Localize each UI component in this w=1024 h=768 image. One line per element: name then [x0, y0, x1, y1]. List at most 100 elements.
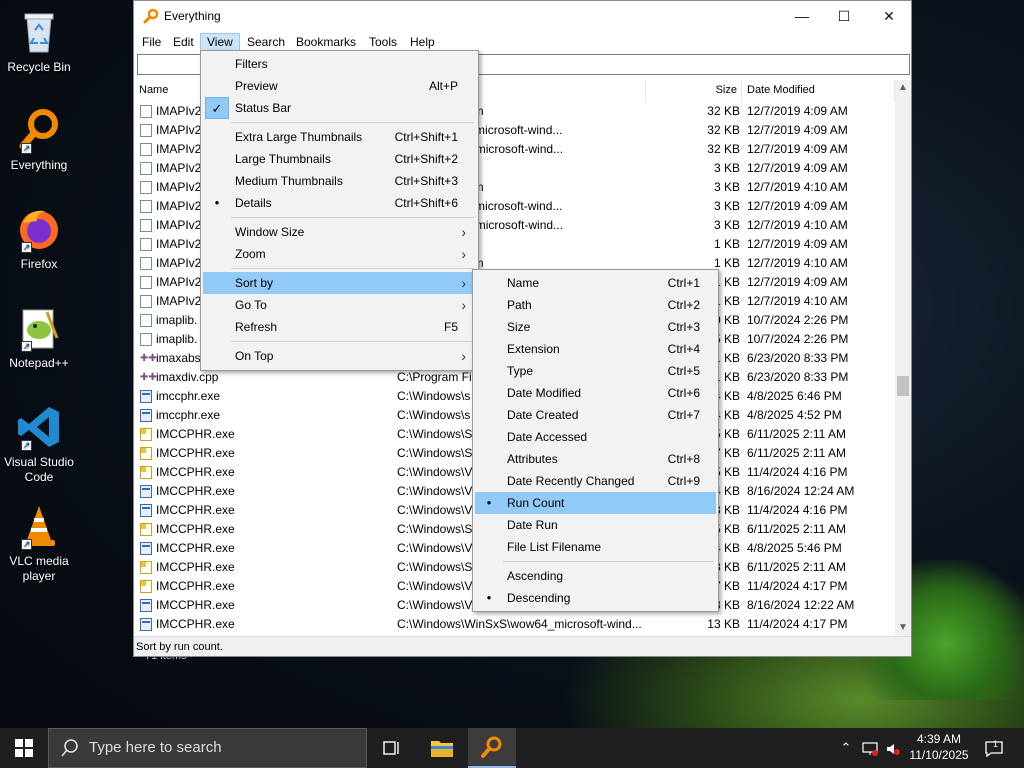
- file-icon: [140, 219, 152, 232]
- file-date-cell: 6/23/2020 8:33 PM: [747, 351, 849, 365]
- view_menu-item-go-to[interactable]: Go To ›: [203, 294, 476, 316]
- desktop-icon-vlc[interactable]: ↗ VLC media player: [4, 502, 74, 584]
- file-name-cell: imaplib.: [156, 332, 198, 346]
- scrollbar-thumb[interactable]: [897, 376, 909, 396]
- file-name-cell: IMCCPHR.exe: [156, 617, 235, 631]
- desktop-icon-firefox[interactable]: ↗ Firefox: [4, 205, 74, 272]
- everything-taskbar-button[interactable]: [468, 728, 516, 768]
- file-name-cell: IMCCPHR.exe: [156, 579, 235, 593]
- file-icon: [140, 181, 152, 194]
- sort_menu-item-date-accessed[interactable]: Date Accessed: [475, 426, 716, 448]
- sort-by-submenu: Name Ctrl+1 Path Ctrl+2 Size Ctrl+3 Extension C…: [472, 269, 719, 612]
- menu-item-label: Size: [507, 320, 531, 334]
- sort_menu-item-type[interactable]: Type Ctrl+5: [475, 360, 716, 382]
- table-row[interactable]: IMCCPHR.exe C:\Windows\WinSxS\wow64_micro…: [134, 615, 894, 634]
- sort_menu-item-date-recently-changed[interactable]: Date Recently Changed Ctrl+9: [475, 470, 716, 492]
- everything-app-icon: [143, 8, 159, 27]
- submenu-arrow-icon: ›: [461, 224, 466, 240]
- recycle-bin-icon: [15, 8, 63, 56]
- menu-bookmarks[interactable]: Bookmarks: [290, 33, 362, 51]
- show-hidden-icons-button[interactable]: ⌃: [836, 728, 856, 768]
- sort_menu-item-ascending[interactable]: Ascending: [475, 565, 716, 587]
- view_menu-item-on-top[interactable]: On Top ›: [203, 345, 476, 367]
- file-size-cell: 1 KB: [713, 237, 740, 251]
- exe-file-icon: [140, 485, 152, 498]
- desktop-icon-everything[interactable]: ↗ Everything: [4, 106, 74, 173]
- window-title: Everything: [164, 9, 221, 23]
- view_menu-item-sort-by[interactable]: Sort by ›: [203, 272, 476, 294]
- sort_menu-item-date-run[interactable]: Date Run: [475, 514, 716, 536]
- view_menu-item-filters[interactable]: Filters: [203, 53, 476, 75]
- menu-item-label: Date Modified: [507, 386, 582, 400]
- sort_menu-item-date-created[interactable]: Date Created Ctrl+7: [475, 404, 716, 426]
- desktop-icon-notepadpp[interactable]: ↗ Notepad++: [4, 304, 74, 371]
- view_menu-item-status-bar[interactable]: ✓ Status Bar: [203, 97, 476, 119]
- menu-view[interactable]: View: [200, 33, 240, 51]
- sort_menu-item-extension[interactable]: Extension Ctrl+4: [475, 338, 716, 360]
- view_menu-item-details[interactable]: ● Details Ctrl+Shift+6: [203, 192, 476, 214]
- sort_menu-item-file-list-filename[interactable]: File List Filename: [475, 536, 716, 558]
- scroll-down-icon[interactable]: ▼: [895, 620, 911, 636]
- taskbar-clock[interactable]: 4:39 AM 11/10/2025: [904, 731, 974, 763]
- taskbar-search-box[interactable]: Type here to search: [48, 728, 367, 768]
- file-icon: [140, 276, 152, 289]
- file-name-cell: imccphr.exe: [156, 408, 221, 422]
- view_menu-item-medium-thumbnails[interactable]: Medium Thumbnails Ctrl+Shift+3: [203, 170, 476, 192]
- menu-item-shortcut: Ctrl+5: [667, 364, 700, 378]
- file-icon: [140, 333, 152, 346]
- menu-edit[interactable]: Edit: [167, 33, 200, 51]
- view_menu-item-extra-large-thumbnails[interactable]: Extra Large Thumbnails Ctrl+Shift+1: [203, 126, 476, 148]
- file-icon: [140, 105, 152, 118]
- windows-logo-icon: [15, 739, 33, 757]
- close-button[interactable]: ✕: [866, 1, 912, 31]
- notification-center-button[interactable]: 1: [982, 728, 1006, 768]
- menu-item-label: Path: [507, 298, 532, 312]
- task-view-button[interactable]: [368, 728, 416, 768]
- menu-file[interactable]: File: [136, 33, 167, 51]
- sort_menu-item-date-modified[interactable]: Date Modified Ctrl+6: [475, 382, 716, 404]
- menu-help[interactable]: Help: [404, 33, 441, 51]
- menu-item-label: Details: [235, 196, 272, 210]
- vertical-scrollbar[interactable]: ▲ ▼: [895, 80, 911, 636]
- desktop-icon-vscode[interactable]: ↗ Visual Studio Code: [4, 403, 74, 485]
- view_menu-item-window-size[interactable]: Window Size ›: [203, 221, 476, 243]
- file-size-cell: 3 KB: [713, 199, 740, 213]
- file-date-cell: 12/7/2019 4:09 AM: [747, 104, 848, 118]
- maximize-button[interactable]: ☐: [821, 1, 867, 31]
- desktop-icon-label: Everything: [10, 158, 68, 172]
- title-bar[interactable]: Everything — ☐ ✕: [134, 1, 911, 31]
- column-header-date-modified[interactable]: Date Modified: [742, 80, 895, 101]
- file-explorer-taskbar-button[interactable]: [418, 728, 466, 768]
- menu-tools[interactable]: Tools: [363, 33, 403, 51]
- volume-icon[interactable]: [883, 728, 903, 768]
- sort_menu-item-name[interactable]: Name Ctrl+1: [475, 272, 716, 294]
- start-button[interactable]: [0, 728, 48, 768]
- scroll-up-icon[interactable]: ▲: [895, 80, 911, 96]
- menu-bar: File Edit View Search Bookmarks Tools He…: [134, 31, 911, 51]
- file-path-cell: C:\Windows\V: [397, 598, 473, 612]
- menu-item-label: On Top: [235, 349, 274, 363]
- menu-search[interactable]: Search: [241, 33, 291, 51]
- file-name-cell: IMAPIv2: [156, 161, 202, 175]
- minimize-button[interactable]: —: [779, 1, 825, 31]
- view_menu-item-refresh[interactable]: Refresh F5: [203, 316, 476, 338]
- search-icon: [61, 729, 79, 768]
- sort_menu-item-path[interactable]: Path Ctrl+2: [475, 294, 716, 316]
- sort_menu-item-run-count[interactable]: ● Run Count: [475, 492, 716, 514]
- file-date-cell: 11/4/2024 4:16 PM: [747, 503, 848, 517]
- view_menu-item-large-thumbnails[interactable]: Large Thumbnails Ctrl+Shift+2: [203, 148, 476, 170]
- sort_menu-item-size[interactable]: Size Ctrl+3: [475, 316, 716, 338]
- folder-icon: [431, 741, 453, 757]
- sort_menu-item-descending[interactable]: ● Descending: [475, 587, 716, 609]
- sort_menu-item-attributes[interactable]: Attributes Ctrl+8: [475, 448, 716, 470]
- menu-item-shortcut: Alt+P: [428, 79, 458, 93]
- desktop-icon-recycle-bin[interactable]: Recycle Bin: [4, 8, 74, 75]
- menu-item-label: Ascending: [507, 569, 564, 583]
- view_menu-item-zoom[interactable]: Zoom ›: [203, 243, 476, 265]
- radio-dot-icon: ●: [214, 198, 220, 207]
- file-icon: [140, 200, 152, 213]
- network-icon[interactable]: [860, 728, 880, 768]
- exe-file-icon: [140, 466, 152, 479]
- view_menu-item-preview[interactable]: Preview Alt+P: [203, 75, 476, 97]
- column-header-size[interactable]: Size: [646, 80, 742, 101]
